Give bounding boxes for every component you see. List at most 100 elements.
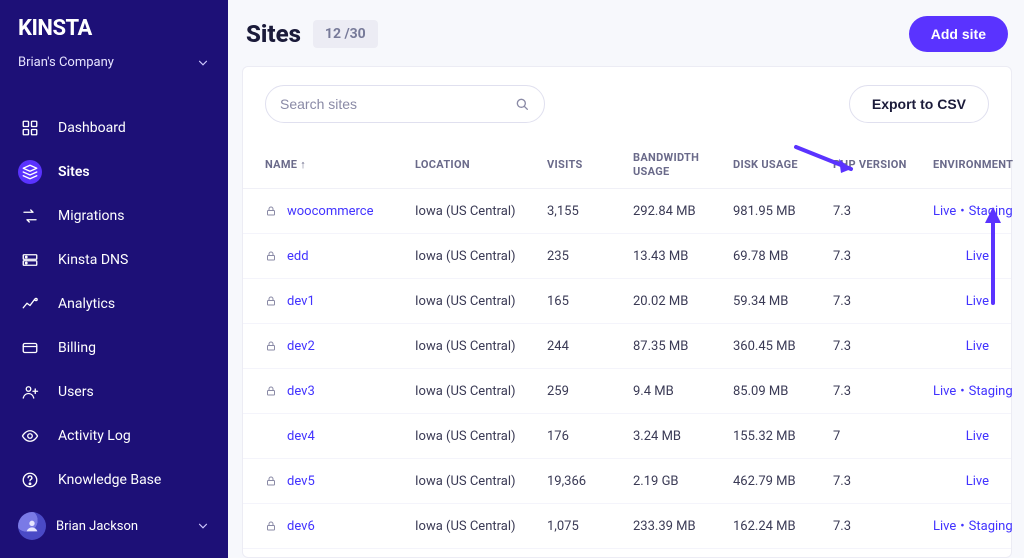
col-bandwidth[interactable]: BANDWIDTH USAGE	[633, 151, 733, 177]
env-live-link[interactable]: Live	[966, 339, 989, 354]
sidebar-item-label: Activity Log	[58, 428, 131, 444]
cell-env: Live•Staging	[933, 384, 1013, 399]
cell-php: 7.3	[833, 339, 933, 354]
card-toolbar: Export to CSV	[243, 67, 1011, 141]
search-icon	[514, 96, 530, 112]
lock-icon	[265, 295, 277, 307]
cell-bandwidth: 233.39 MB	[633, 519, 733, 534]
env-staging-link[interactable]: Staging	[969, 519, 1013, 534]
add-site-button[interactable]: Add site	[909, 16, 1008, 52]
env-live-link[interactable]: Live	[933, 204, 956, 219]
sidebar-item-users[interactable]: Users	[0, 370, 228, 414]
env-live-link[interactable]: Live	[966, 249, 989, 264]
sidebar-item-dashboard[interactable]: Dashboard	[0, 106, 228, 150]
site-name-link[interactable]: dev5	[287, 474, 315, 489]
avatar	[18, 512, 46, 540]
cell-env: Live•Staging	[933, 519, 1013, 534]
company-name: Brian's Company	[18, 55, 114, 70]
cell-name: dev2	[265, 339, 415, 354]
export-csv-button[interactable]: Export to CSV	[849, 85, 989, 123]
user-switcher[interactable]: Brian Jackson	[0, 502, 228, 550]
cell-name: woocommerce	[265, 204, 415, 219]
sidebar-item-label: Analytics	[58, 296, 115, 312]
cell-disk: 162.24 MB	[733, 519, 833, 534]
table-row: woocommerceIowa (US Central)3,155292.84 …	[243, 189, 1011, 234]
sidebar-item-sites[interactable]: Sites	[0, 150, 228, 194]
cell-bandwidth: 292.84 MB	[633, 204, 733, 219]
sidebar-item-migrations[interactable]: Migrations	[0, 194, 228, 238]
sidebar-item-label: Migrations	[58, 208, 125, 224]
cell-disk: 360.45 MB	[733, 339, 833, 354]
cell-disk: 462.79 MB	[733, 474, 833, 489]
avatar-icon	[24, 518, 40, 534]
sidebar-item-analytics[interactable]: Analytics	[0, 282, 228, 326]
env-live-link[interactable]: Live	[966, 429, 989, 444]
table-row: dev4 Iowa (US Central)1763.24 MB155.32 MB…	[243, 414, 1011, 459]
env-live-link[interactable]: Live	[933, 384, 956, 399]
col-php[interactable]: PHP VERSION	[833, 158, 933, 171]
sidebar-item-kinsta-dns[interactable]: Kinsta DNS	[0, 238, 228, 282]
cell-visits: 244	[547, 339, 633, 354]
cell-visits: 3,155	[547, 204, 633, 219]
cell-visits: 1,075	[547, 519, 633, 534]
cell-visits: 176	[547, 429, 633, 444]
grid-icon	[18, 116, 42, 140]
col-visits[interactable]: VISITS	[547, 158, 633, 171]
company-switcher[interactable]: Brian's Company	[0, 55, 228, 84]
col-disk[interactable]: DISK USAGE	[733, 158, 833, 171]
sites-table: NAME ↑ LOCATION VISITS BANDWIDTH USAGE D…	[243, 141, 1011, 549]
env-staging-link[interactable]: Staging	[969, 384, 1013, 399]
main: Sites 12 /30 Add site Export to CSV NAME…	[228, 0, 1024, 558]
cell-php: 7.3	[833, 294, 933, 309]
col-env[interactable]: ENVIRONMENT	[933, 158, 1013, 171]
cell-location: Iowa (US Central)	[415, 519, 547, 534]
search-wrap[interactable]	[265, 85, 545, 123]
site-name-link[interactable]: dev6	[287, 519, 315, 534]
cell-location: Iowa (US Central)	[415, 249, 547, 264]
user-plus-icon	[18, 380, 42, 404]
help-icon	[18, 468, 42, 492]
cell-visits: 235	[547, 249, 633, 264]
cell-bandwidth: 3.24 MB	[633, 429, 733, 444]
sidebar-item-activity-log[interactable]: Activity Log	[0, 414, 228, 458]
env-live-link[interactable]: Live	[966, 294, 989, 309]
chevron-down-icon	[196, 519, 210, 533]
site-name-link[interactable]: dev4	[287, 429, 315, 444]
col-location[interactable]: LOCATION	[415, 158, 547, 171]
env-live-link[interactable]: Live	[966, 474, 989, 489]
cell-location: Iowa (US Central)	[415, 384, 547, 399]
lock-icon	[265, 205, 277, 217]
table-row: dev3Iowa (US Central)2599.4 MB85.09 MB7.…	[243, 369, 1011, 414]
cell-location: Iowa (US Central)	[415, 429, 547, 444]
cell-disk: 155.32 MB	[733, 429, 833, 444]
cell-name: dev3	[265, 384, 415, 399]
cell-env: Live	[966, 474, 989, 489]
site-name-link[interactable]: woocommerce	[287, 204, 374, 219]
dns-icon	[18, 248, 42, 272]
cell-php: 7.3	[833, 249, 933, 264]
search-input[interactable]	[280, 96, 514, 112]
site-name-link[interactable]: dev3	[287, 384, 315, 399]
eye-icon	[18, 424, 42, 448]
cell-disk: 981.95 MB	[733, 204, 833, 219]
sidebar-item-label: Billing	[58, 340, 96, 356]
sidebar-item-label: Kinsta DNS	[58, 252, 128, 268]
sidebar-item-billing[interactable]: Billing	[0, 326, 228, 370]
col-name[interactable]: NAME ↑	[265, 158, 415, 171]
table-row: dev1Iowa (US Central)16520.02 MB59.34 MB…	[243, 279, 1011, 324]
cell-visits: 259	[547, 384, 633, 399]
env-live-link[interactable]: Live	[933, 519, 956, 534]
env-staging-link[interactable]: Staging	[969, 204, 1013, 219]
site-name-link[interactable]: edd	[287, 249, 309, 264]
sidebar-item-label: Sites	[58, 164, 90, 180]
sidebar-item-knowledge-base[interactable]: Knowledge Base	[0, 458, 228, 502]
site-name-link[interactable]: dev1	[287, 294, 315, 309]
chevron-down-icon	[196, 56, 210, 70]
cell-name: edd	[265, 249, 415, 264]
site-name-link[interactable]: dev2	[287, 339, 315, 354]
env-separator: •	[956, 384, 968, 399]
cell-visits: 19,366	[547, 474, 633, 489]
lock-icon	[265, 250, 277, 262]
lock-icon	[265, 475, 277, 487]
site-count-pill: 12 /30	[313, 20, 378, 48]
